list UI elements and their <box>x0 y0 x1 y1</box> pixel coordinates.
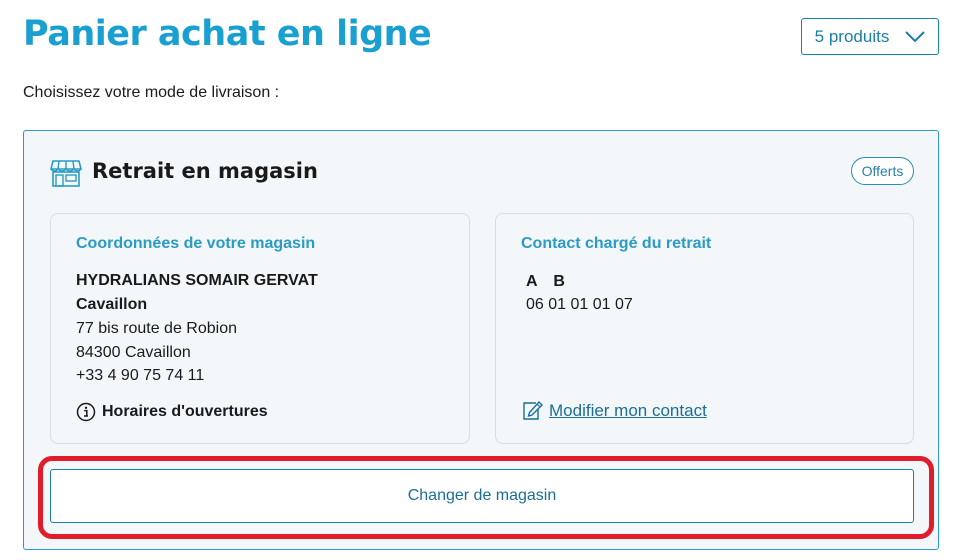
opening-hours-label: Horaires d'ouvertures <box>102 403 268 420</box>
products-dropdown-label: 5 produits <box>814 26 890 46</box>
pickup-contact-phone: 06 01 01 01 07 <box>526 296 633 313</box>
chevron-down-icon <box>905 30 926 42</box>
edit-contact-label: Modifier mon contact <box>549 401 707 420</box>
pencil-icon <box>523 400 543 420</box>
opening-hours-link[interactable]: Horaires d'ouvertures <box>76 402 268 422</box>
storefront-icon <box>50 160 82 187</box>
store-phone: +33 4 90 75 74 11 <box>76 367 205 384</box>
edit-contact-link[interactable]: Modifier mon contact <box>521 400 707 422</box>
store-details-box: Coordonnées de votre magasin HYDRALIANS … <box>50 213 470 444</box>
store-address: 77 bis route de Robion <box>76 320 237 337</box>
pickup-title: Retrait en magasin <box>92 159 318 183</box>
change-store-button[interactable]: Changer de magasin <box>50 469 914 523</box>
store-name: HYDRALIANS SOMAIR GERVAT <box>76 272 318 289</box>
pickup-contact-box: Contact chargé du retrait A B 06 01 01 0… <box>495 213 914 444</box>
pickup-contact-heading: Contact chargé du retrait <box>521 235 712 252</box>
store-pickup-card: Retrait en magasin Offerts Coordonnées d… <box>23 130 939 550</box>
free-badge: Offerts <box>851 157 914 185</box>
store-city-label: Cavaillon <box>76 296 148 313</box>
store-postal-city: 84300 Cavaillon <box>76 344 191 361</box>
store-details-heading: Coordonnées de votre magasin <box>76 235 316 252</box>
pickup-contact-name: A B <box>526 273 571 290</box>
products-dropdown[interactable]: 5 produits <box>801 18 939 55</box>
info-icon <box>76 402 96 422</box>
page-title: Panier achat en ligne <box>23 14 432 54</box>
delivery-instruction: Choisissez votre mode de livraison : <box>23 84 280 101</box>
